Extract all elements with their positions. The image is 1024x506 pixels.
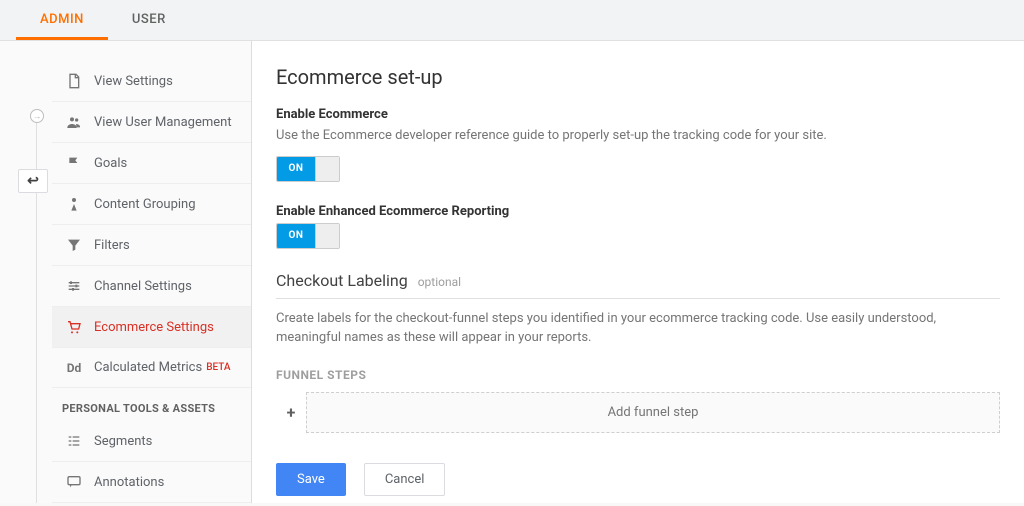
- plus-icon: +: [276, 392, 306, 433]
- checkout-labeling-title: Checkout Labeling: [276, 271, 408, 290]
- checkout-labeling-help: Create labels for the checkout-funnel st…: [276, 309, 1000, 348]
- sidebar-item-view-user-management[interactable]: View User Management: [52, 102, 251, 143]
- funnel-row: + Add funnel step: [276, 392, 1000, 433]
- sidebar-item-label: View Settings: [94, 74, 173, 89]
- annotation-icon: [62, 474, 86, 490]
- tab-user[interactable]: USER: [108, 0, 190, 40]
- timeline-marker-icon: →: [30, 109, 44, 123]
- toggle-knob: [315, 224, 339, 248]
- checkout-labeling-header: Checkout Labeling optional: [276, 271, 1000, 299]
- page-title: Ecommerce set-up: [276, 65, 1000, 89]
- button-row: Save Cancel: [276, 463, 1000, 496]
- sidebar-item-ecommerce-settings[interactable]: Ecommerce Settings: [52, 307, 251, 348]
- gutter: → ↩: [0, 41, 52, 503]
- sidebar-item-label: View User Management: [94, 115, 232, 130]
- document-icon: [62, 73, 86, 89]
- dd-icon: Dd: [62, 361, 86, 375]
- back-arrow-icon: ↩: [27, 173, 39, 189]
- sidebar-item-label: Channel Settings: [94, 279, 192, 294]
- top-tabs: ADMIN USER: [0, 0, 1024, 41]
- save-button[interactable]: Save: [276, 463, 346, 496]
- enable-ecommerce-label: Enable Ecommerce: [276, 107, 1000, 122]
- cart-icon: [62, 319, 86, 335]
- sidebar-item-label: Annotations: [94, 475, 164, 490]
- enable-ecommerce-toggle[interactable]: ON: [276, 156, 340, 182]
- back-button[interactable]: ↩: [18, 169, 48, 193]
- toggle-knob: [315, 157, 339, 181]
- sidebar-item-annotations[interactable]: Annotations: [52, 462, 251, 503]
- sidebar-item-label: Filters: [94, 238, 130, 253]
- enable-enhanced-label: Enable Enhanced Ecommerce Reporting: [276, 204, 1000, 219]
- sliders-icon: [62, 278, 86, 294]
- add-funnel-step-button[interactable]: Add funnel step: [306, 392, 1000, 433]
- toggle-on-label: ON: [277, 157, 315, 181]
- sidebar-item-channel-settings[interactable]: Channel Settings: [52, 266, 251, 307]
- enable-enhanced-toggle[interactable]: ON: [276, 223, 340, 249]
- person-flag-icon: [62, 196, 86, 212]
- sidebar-section-header: PERSONAL TOOLS & ASSETS: [52, 388, 251, 421]
- flag-icon: [62, 155, 86, 171]
- main-panel: Ecommerce set-up Enable Ecommerce Use th…: [252, 41, 1024, 503]
- sidebar-item-label: Calculated Metrics: [94, 360, 202, 375]
- funnel-icon: [62, 237, 86, 253]
- sidebar-item-label: Goals: [94, 156, 127, 171]
- tab-admin[interactable]: ADMIN: [16, 0, 108, 40]
- sidebar-item-content-grouping[interactable]: Content Grouping: [52, 184, 251, 225]
- funnel-steps-header: FUNNEL STEPS: [276, 368, 1000, 382]
- toggle-on-label: ON: [277, 224, 315, 248]
- cancel-button[interactable]: Cancel: [364, 463, 446, 496]
- sidebar-item-segments[interactable]: Segments: [52, 421, 251, 462]
- sidebar-item-label: Segments: [94, 434, 152, 449]
- people-icon: [62, 114, 86, 130]
- sidebar-item-label: Content Grouping: [94, 197, 196, 212]
- optional-label: optional: [418, 275, 461, 289]
- beta-badge: BETA: [206, 362, 230, 373]
- sidebar-item-filters[interactable]: Filters: [52, 225, 251, 266]
- enable-ecommerce-help: Use the Ecommerce developer reference gu…: [276, 126, 1000, 146]
- sidebar-item-goals[interactable]: Goals: [52, 143, 251, 184]
- segments-icon: [62, 433, 86, 449]
- sidebar-item-calculated-metrics[interactable]: Dd Calculated Metrics BETA: [52, 348, 251, 388]
- sidebar-item-label: Ecommerce Settings: [94, 320, 214, 335]
- sidebar: View Settings View User Management Goals…: [52, 41, 252, 503]
- sidebar-item-view-settings[interactable]: View Settings: [52, 61, 251, 102]
